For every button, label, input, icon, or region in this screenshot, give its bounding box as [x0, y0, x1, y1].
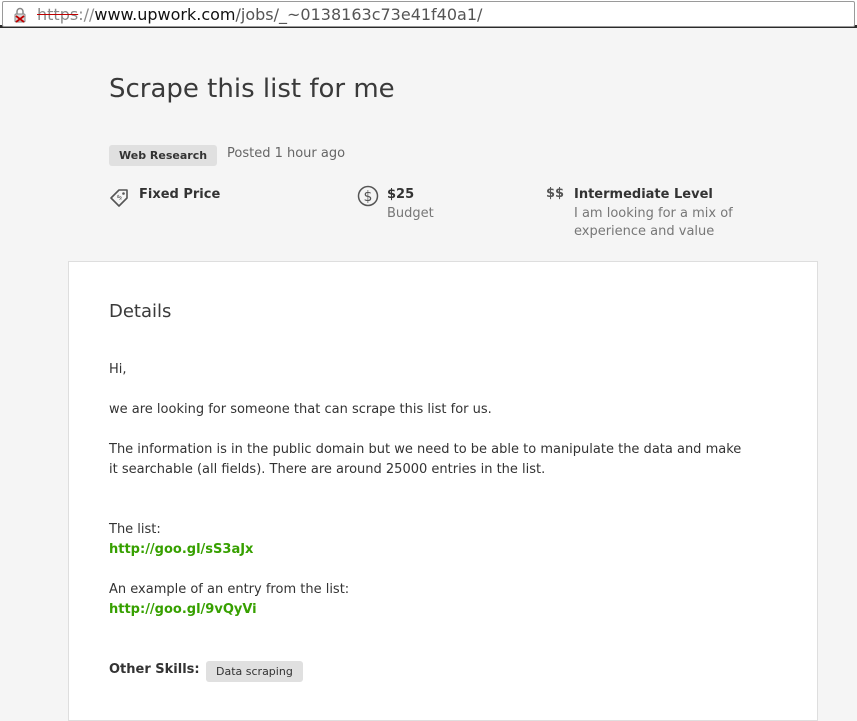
url-host: www.upwork.com: [94, 5, 236, 24]
skill-tag-data-scraping[interactable]: Data scraping: [206, 661, 303, 682]
url-text[interactable]: https://www.upwork.com/jobs/_~0138163c73…: [37, 5, 482, 24]
svg-text:$: $: [364, 189, 373, 205]
other-skills-label: Other Skills:: [109, 662, 200, 677]
budget-label: Budget: [387, 206, 434, 221]
details-heading: Details: [109, 301, 172, 322]
url-scheme-separator: ://: [78, 5, 95, 24]
list-label: The list:: [109, 522, 161, 537]
price-tag-icon: $: [110, 189, 128, 207]
posted-time: Posted 1 hour ago: [227, 146, 346, 161]
example-label: An example of an entry from the list:: [109, 582, 350, 597]
url-path: /jobs/_~0138163c73e41f40a1/: [235, 5, 483, 24]
list-link[interactable]: http://goo.gl/sS3aJx: [109, 542, 253, 557]
details-greeting: Hi,: [109, 362, 127, 377]
details-paragraph-2-line-1: The information is in the public domain …: [109, 442, 742, 457]
details-card: [68, 261, 818, 721]
price-type: Fixed Price: [139, 187, 221, 202]
experience-level-desc-2: experience and value: [574, 224, 715, 239]
category-tag[interactable]: Web Research: [109, 145, 218, 166]
details-paragraph-1: we are looking for someone that can scra…: [109, 402, 492, 417]
experience-level-desc-1: I am looking for a mix of: [574, 206, 733, 221]
budget-value: $25: [387, 187, 415, 202]
experience-level: Intermediate Level: [574, 187, 713, 202]
experience-level-icon: $$: [546, 186, 565, 201]
url-scheme: https: [37, 5, 79, 24]
example-link[interactable]: http://goo.gl/9vQyVi: [109, 602, 257, 617]
dollar-circle-icon: $: [357, 185, 379, 207]
details-paragraph-2-line-2: it searchable (all fields). There are ar…: [109, 462, 546, 477]
browser-address-bar: https://www.upwork.com/jobs/_~0138163c73…: [0, 0, 857, 28]
job-title: Scrape this list for me: [109, 74, 395, 104]
url-field[interactable]: https://www.upwork.com/jobs/_~0138163c73…: [2, 1, 855, 27]
broken-lock-icon: [14, 7, 26, 23]
